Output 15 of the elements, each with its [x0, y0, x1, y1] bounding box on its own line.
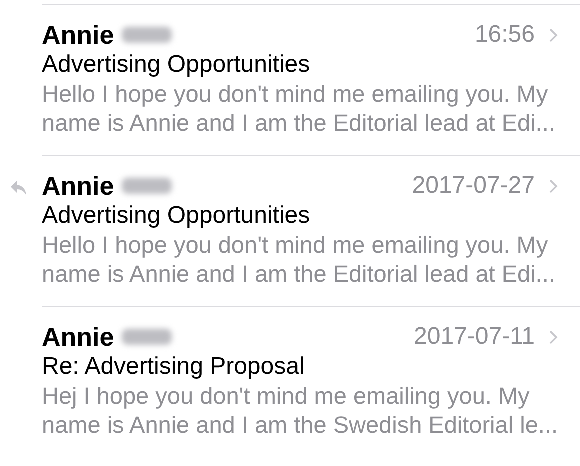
message-subject: Advertising Opportunities [42, 50, 312, 80]
sender-name: Annie [42, 20, 114, 50]
chevron-icon [549, 28, 558, 42]
sender-name: Annie [42, 170, 114, 202]
chevron-icon [549, 330, 558, 344]
sender-name: Annie [42, 322, 114, 352]
message-date: 16:56 [474, 21, 535, 49]
message-preview: Hej I hope you don't mind me emailing you. My name is Annie and I am the Swedish Editorial le... [42, 382, 559, 440]
chevron-icon [549, 178, 558, 194]
message-date: 2017-07-11 [414, 323, 535, 351]
message-preview: Hello I hope you don't mind me emailing you. My name is Annie and I am the Editorial lead at Edi... [42, 231, 556, 289]
message-preview: Hello I hope you don't mind me emailing you. My name is Annie and I am the Editorial lead at Edi... [42, 80, 556, 138]
message-date: 2017-07-27 [412, 172, 535, 200]
message-subject: Re: Advertising Proposal [42, 352, 306, 382]
message-subject: Advertising Opportunities [42, 201, 312, 231]
